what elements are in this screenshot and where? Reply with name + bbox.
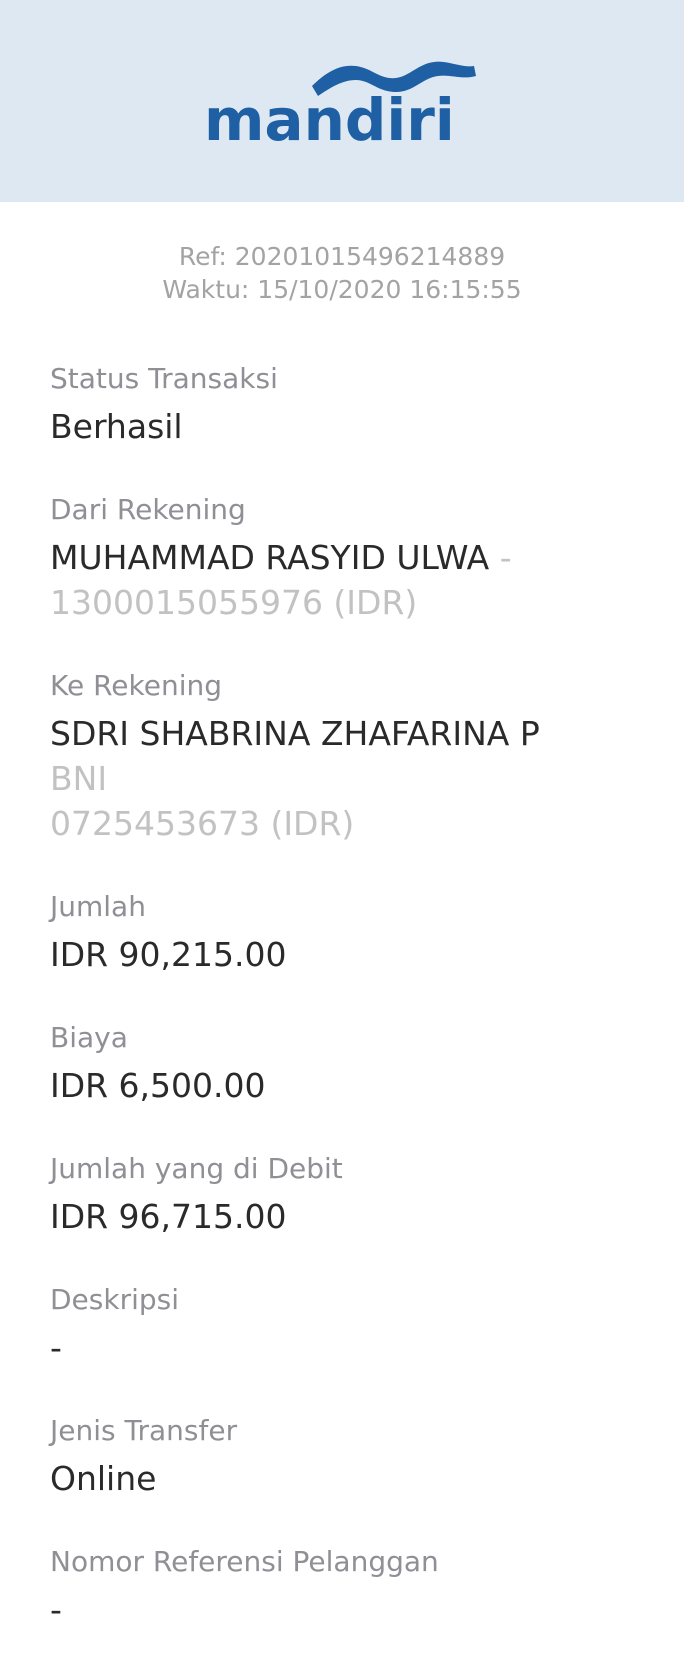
amount-label: Jumlah (50, 890, 146, 923)
to-account-number: 0725453673 (IDR) (50, 804, 355, 843)
from-account-number: 1300015055976 (IDR) (50, 583, 418, 622)
fee-label: Biaya (50, 1021, 128, 1054)
from-account-value: MUHAMMAD RASYID ULWA - 1300015055976 (ID… (50, 535, 684, 625)
from-account-label: Dari Rekening (50, 493, 246, 526)
to-account-name: SDRI SHABRINA ZHAFARINA P (50, 714, 540, 753)
fee-value: IDR 6,500.00 (50, 1066, 266, 1105)
customer-reference-value: - (50, 1590, 62, 1629)
field-status: Status Transaksi Berhasil (50, 362, 684, 449)
debited-amount-label: Jumlah yang di Debit (50, 1152, 343, 1185)
amount-value: IDR 90,215.00 (50, 935, 287, 974)
status-value: Berhasil (50, 407, 183, 446)
field-amount: Jumlah IDR 90,215.00 (50, 890, 684, 977)
from-account-separator: - (489, 538, 512, 577)
svg-text:mandiri: mandiri (204, 86, 455, 148)
field-fee: Biaya IDR 6,500.00 (50, 1021, 684, 1108)
description-value: - (50, 1328, 62, 1367)
field-debited-amount: Jumlah yang di Debit IDR 96,715.00 (50, 1152, 684, 1239)
field-to-account: Ke Rekening SDRI SHABRINA ZHAFARINA P BN… (50, 669, 684, 846)
mandiri-logo: mandiri (204, 58, 484, 148)
field-from-account: Dari Rekening MUHAMMAD RASYID ULWA - 130… (50, 493, 684, 625)
to-account-label: Ke Rekening (50, 669, 223, 702)
to-account-value: SDRI SHABRINA ZHAFARINA P BNI 0725453673… (50, 711, 684, 846)
reference-number: Ref: 20201015496214889 (178, 242, 506, 271)
field-customer-reference: Nomor Referensi Pelanggan - (50, 1545, 684, 1632)
transaction-details: Status Transaksi Berhasil Dari Rekening … (0, 306, 684, 1632)
transaction-meta: Ref: 20201015496214889 Waktu: 15/10/2020… (0, 240, 684, 306)
from-account-name: MUHAMMAD RASYID ULWA (50, 538, 490, 577)
transfer-type-value: Online (50, 1459, 157, 1498)
header-banner: mandiri (0, 0, 684, 202)
transaction-time: Waktu: 15/10/2020 16:15:55 (162, 275, 522, 304)
description-label: Deskripsi (50, 1283, 180, 1316)
debited-amount-value: IDR 96,715.00 (50, 1197, 287, 1236)
field-description: Deskripsi - (50, 1283, 684, 1370)
to-account-bank: BNI (50, 759, 108, 798)
status-label: Status Transaksi (50, 362, 278, 395)
transfer-type-label: Jenis Transfer (50, 1414, 238, 1447)
customer-reference-label: Nomor Referensi Pelanggan (50, 1545, 439, 1578)
field-transfer-type: Jenis Transfer Online (50, 1414, 684, 1501)
